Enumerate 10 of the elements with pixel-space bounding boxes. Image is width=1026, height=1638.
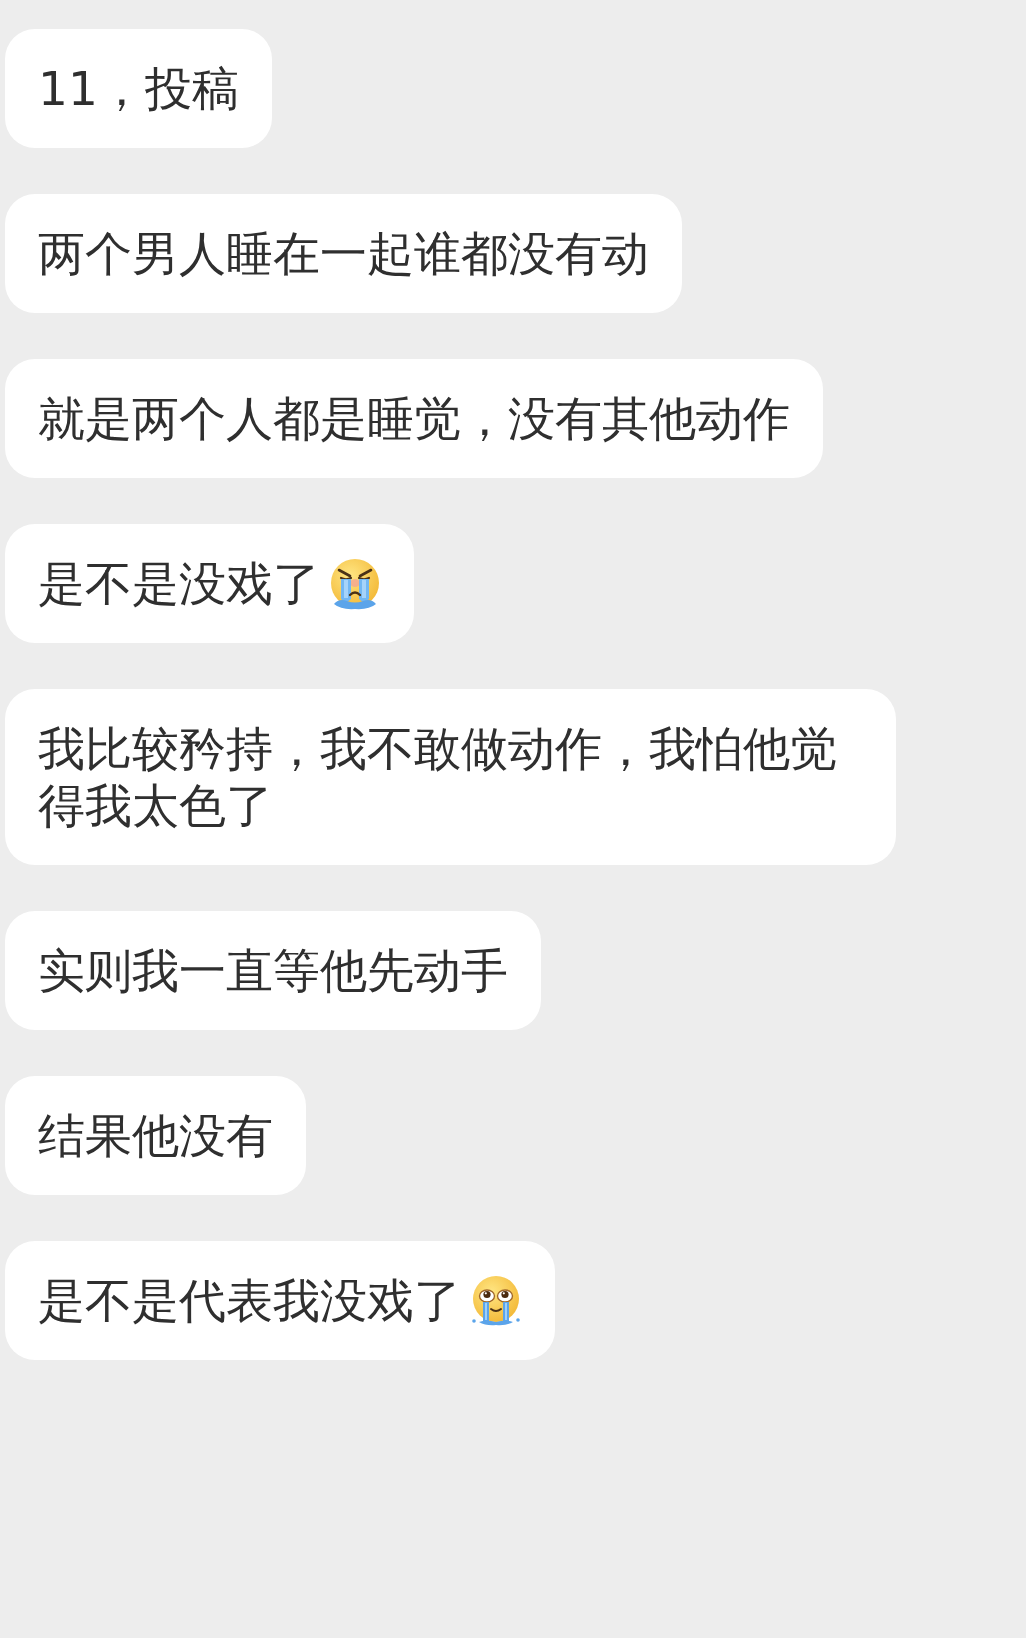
message-text: 是不是没戏了 [38, 556, 320, 611]
message-text: 两个男人睡在一起谁都没有动 [38, 226, 649, 281]
message-text: 我比较矜持，我不敢做动作，我怕他觉得我太色了 [38, 721, 837, 833]
message-text: 11，投稿 [38, 61, 239, 116]
teary-eyed-face-icon [470, 1275, 522, 1327]
message-text: 就是两个人都是睡觉，没有其他动作 [38, 391, 790, 446]
message-text: 结果他没有 [38, 1108, 273, 1163]
message-text: 实则我一直等他先动手 [38, 943, 508, 998]
message-text: 是不是代表我没戏了 [38, 1273, 461, 1328]
crying-face-icon [329, 558, 381, 610]
